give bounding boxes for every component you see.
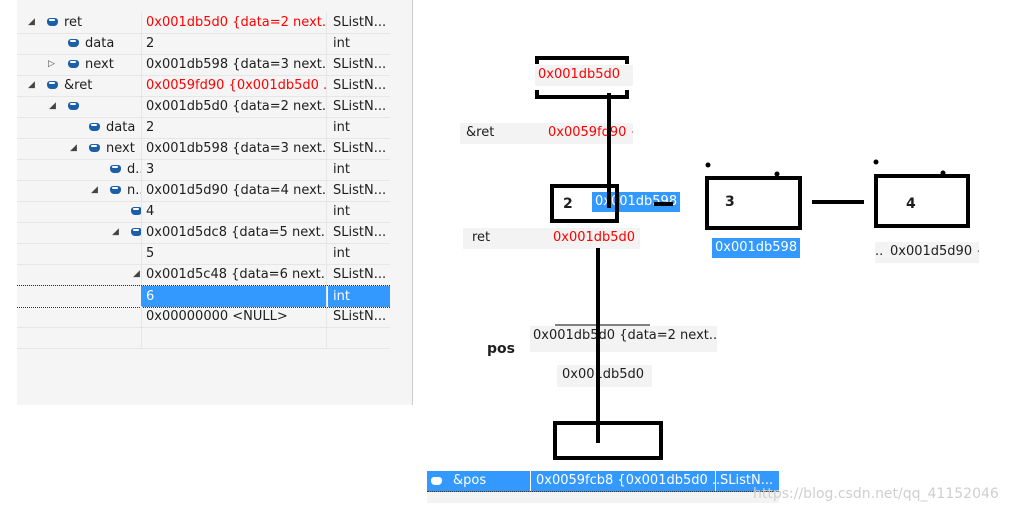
node3-box: [874, 174, 970, 228]
top-box-bottom: [535, 90, 629, 99]
hand-drawn-diagram: [535, 56, 970, 460]
watermark: https://blog.csdn.net/qq_41152046: [753, 486, 999, 502]
pos-box: [553, 421, 663, 460]
top-box-top: [535, 56, 629, 64]
node2-box: [705, 176, 802, 230]
